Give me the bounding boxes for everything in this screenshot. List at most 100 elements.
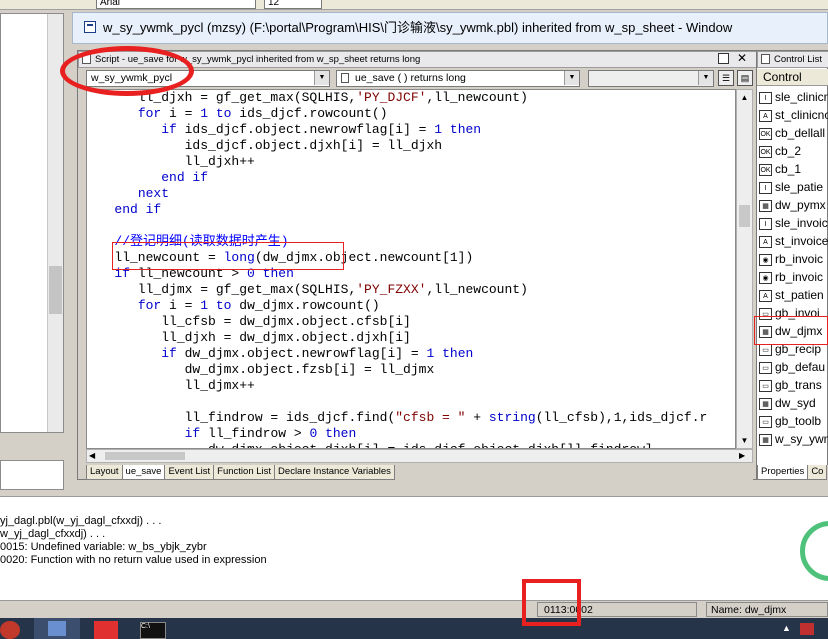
event-combo[interactable]: ue_save ( ) returns long ▼ xyxy=(336,70,580,87)
code-line[interactable]: ll_findrow = ids_djcf.find("cfsb = " + s… xyxy=(91,410,708,426)
hscroll-thumb[interactable] xyxy=(105,452,185,460)
code-vertical-scrollbar[interactable]: ▲ ▼ xyxy=(736,89,753,449)
pane-close-button[interactable]: ✕ xyxy=(735,52,749,65)
code-line[interactable] xyxy=(91,394,707,410)
chevron-down-icon[interactable]: ▼ xyxy=(698,71,713,85)
code-line[interactable] xyxy=(91,218,707,234)
code-line[interactable]: ll_djxh++ xyxy=(91,154,707,170)
code-token: i = xyxy=(161,298,201,313)
control-list-item[interactable]: OK cb_1 xyxy=(757,160,828,178)
taskbar-flag-icon[interactable] xyxy=(800,623,814,635)
code-line[interactable]: end if xyxy=(91,170,707,186)
font-name-combo[interactable]: Arial xyxy=(96,0,256,9)
tab-2[interactable]: Event List xyxy=(164,465,215,480)
control-list-item[interactable]: ▦ dw_syd xyxy=(757,394,828,412)
control-list-item[interactable]: Isle_invoic xyxy=(757,214,828,232)
code-line[interactable]: ll_djmx++ xyxy=(91,378,707,394)
code-line[interactable]: ll_cfsb = dw_djmx.object.cfsb[i] xyxy=(91,314,707,330)
control-list-item[interactable]: ◉ rb_invoic xyxy=(757,250,828,268)
output-message[interactable]: 0015: Undefined variable: w_bs_ybjk_zybr xyxy=(0,541,780,554)
code-line[interactable]: next xyxy=(91,186,707,202)
toolbar-grid-icon[interactable]: ▤ xyxy=(737,70,753,86)
control-item-label: gb_toolb xyxy=(775,414,822,428)
tab-0[interactable]: Layout xyxy=(86,465,123,480)
font-size-combo[interactable]: 12 xyxy=(264,0,322,9)
control-list-item[interactable]: Ast_invoice xyxy=(757,232,828,250)
control-list-item[interactable]: ▭ gb_toolb xyxy=(757,412,828,430)
control-list-item[interactable]: Isle_clinicn xyxy=(757,88,828,106)
taskbar-app-icon-3[interactable] xyxy=(94,621,118,639)
control-list-item[interactable]: Ast_patien xyxy=(757,286,828,304)
code-line[interactable]: dw_djmx.object.fzsb[i] = ll_djmx xyxy=(91,362,707,378)
taskbar-powerbuilder-icon[interactable] xyxy=(34,618,80,639)
output-lines[interactable]: yj_dagl.pbl(w_yj_dagl_cfxxdj) . . . w_yj_… xyxy=(0,515,780,567)
code-line[interactable]: for i = 1 to ids_djcf.rowcount() xyxy=(91,106,707,122)
taskbar-app-icon-1[interactable] xyxy=(0,621,20,639)
code-token: + xyxy=(465,410,489,425)
code-line[interactable]: for i = 1 to dw_djmx.rowcount() xyxy=(91,298,707,314)
control-type-icon: ▦ xyxy=(759,397,772,410)
toolbar-list-icon[interactable]: ☰ xyxy=(718,70,734,86)
control-list-item[interactable]: ▭ gb_defau xyxy=(757,358,828,376)
control-list-item[interactable]: Isle_patie xyxy=(757,178,828,196)
control-list-item[interactable]: Ast_clinicno xyxy=(757,106,828,124)
scroll-right-icon[interactable]: ▶ xyxy=(739,450,751,462)
third-combo[interactable]: ▼ xyxy=(588,70,714,87)
left-vertical-scrollbar[interactable] xyxy=(47,14,63,432)
taskbar-terminal-icon[interactable]: C:\ xyxy=(140,622,166,639)
left-scroll-thumb[interactable] xyxy=(49,266,62,314)
control-list-item[interactable]: ▦ w_sy_ywm xyxy=(757,430,828,448)
control-list-item[interactable]: ▭ gb_trans xyxy=(757,376,828,394)
code-token: i = xyxy=(161,106,201,121)
code-line[interactable]: ll_djxh = dw_djmx.object.djxh[i] xyxy=(91,330,707,346)
tab-3[interactable]: Function List xyxy=(213,465,276,480)
code-line[interactable]: end if xyxy=(91,202,707,218)
chevron-down-icon[interactable]: ▼ xyxy=(314,71,329,85)
control-type-icon: ◉ xyxy=(759,271,772,284)
code-token: ,ll_newcount) xyxy=(426,282,528,297)
code-scroll-thumb[interactable] xyxy=(739,205,750,227)
control-list-header[interactable]: Control xyxy=(757,69,828,86)
code-line[interactable]: dw_djmx.object.djxh[i] = ids_djcf.object… xyxy=(91,442,707,448)
control-type-icon: A xyxy=(759,289,772,302)
output-message[interactable]: yj_dagl.pbl(w_yj_dagl_cfxxdj) . . . xyxy=(0,515,780,528)
control-tab-0[interactable]: Properties xyxy=(757,465,809,480)
code-line[interactable]: if ids_djcf.object.newrowflag[i] = 1 the… xyxy=(91,122,707,138)
scroll-up-icon[interactable]: ▲ xyxy=(737,90,752,105)
tab-4[interactable]: Declare Instance Variables xyxy=(274,465,395,480)
code-token: (ll_cfsb),1,ids_djcf.r xyxy=(535,410,708,425)
control-item-label: gb_trans xyxy=(775,378,822,392)
control-type-icon: ▭ xyxy=(759,361,772,374)
control-type-icon: ◉ xyxy=(759,253,772,266)
scroll-down-icon[interactable]: ▼ xyxy=(737,433,752,448)
code-horizontal-scrollbar[interactable]: ◀ ▶ xyxy=(86,449,753,463)
control-type-icon: ▭ xyxy=(759,415,772,428)
output-message[interactable]: w_yj_dagl_cfxxdj) . . . xyxy=(0,528,780,541)
code-line[interactable]: if dw_djmx.object.newrowflag[i] = 1 then xyxy=(91,346,707,362)
code-line[interactable]: if ll_findrow > 0 then xyxy=(91,426,707,442)
code-line[interactable]: ll_djxh = gf_get_max(SQLHIS,'PY_DJCF',ll… xyxy=(91,90,707,106)
control-item-label: dw_syd xyxy=(775,396,816,410)
control-list-item[interactable]: OK cb_dellall xyxy=(757,124,828,142)
event-icon xyxy=(341,73,349,83)
control-tab-1[interactable]: Co xyxy=(807,465,828,480)
code-line[interactable]: ids_djcf.object.djxh[i] = ll_djxh xyxy=(91,138,707,154)
code-line[interactable]: ll_djmx = gf_get_max(SQLHIS,'PY_FZXX',ll… xyxy=(91,282,707,298)
output-message[interactable]: 0020: Function with no return value used… xyxy=(0,554,780,567)
pane-minimize-button[interactable] xyxy=(718,53,729,64)
scroll-left-icon[interactable]: ◀ xyxy=(89,450,101,462)
window-title: w_sy_ywmk_pycl (mzsy) (F:\portal\Program… xyxy=(103,20,733,35)
taskbar-tray-icon[interactable]: ▲ xyxy=(782,623,792,633)
left-panel-lower xyxy=(0,460,64,490)
code-token: ll_djmx = gf_get_max(SQLHIS, xyxy=(91,282,357,297)
code-token: dw_djmx.object.newrowflag[i] = xyxy=(176,346,427,361)
chevron-down-icon[interactable]: ▼ xyxy=(564,71,579,85)
tab-1[interactable]: ue_save xyxy=(121,465,166,480)
control-list-item[interactable]: OK cb_2 xyxy=(757,142,828,160)
code-token: ids_djcf.rowcount() xyxy=(231,106,388,121)
control-list-item[interactable]: ▦ dw_pymx xyxy=(757,196,828,214)
control-list-item[interactable]: ◉ rb_invoic xyxy=(757,268,828,286)
